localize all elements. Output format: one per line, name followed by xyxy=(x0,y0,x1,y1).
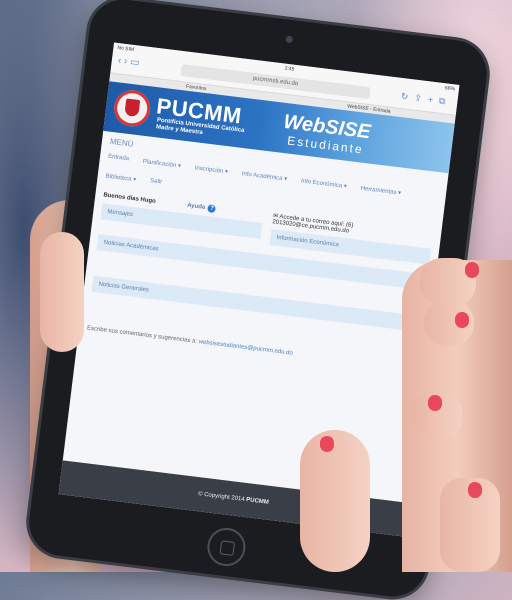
menu-item-biblioteca[interactable]: Biblioteca ▾ xyxy=(105,169,137,188)
menu-item-entrada[interactable]: Entrada xyxy=(107,150,130,167)
back-forward-icon[interactable]: ‹ › ▭ xyxy=(117,55,140,69)
menu-item-salir[interactable]: Salir xyxy=(149,174,163,190)
fingernail xyxy=(455,312,469,328)
thumb-left xyxy=(40,232,84,352)
thumb-right xyxy=(300,430,370,572)
help-link[interactable]: Ayuda xyxy=(187,203,206,211)
fingernail xyxy=(320,436,334,452)
menu-item-info-economica[interactable]: Info Económica ▾ xyxy=(300,173,348,193)
fingernail xyxy=(468,482,482,498)
menu-item-info-academica[interactable]: Info Académica ▾ xyxy=(241,166,288,186)
menu-item-planificacion[interactable]: Planificación ▾ xyxy=(142,154,182,174)
fingernail xyxy=(428,395,442,411)
tablet-screen: No SIM 2:45 66% ‹ › ▭ pucmmsti.edu.do ↻⇪… xyxy=(58,42,460,537)
menu-item-inscripcion[interactable]: Inscripción ▾ xyxy=(194,160,229,179)
help-icon[interactable]: ? xyxy=(207,204,217,214)
pucmm-seal-logo xyxy=(112,88,153,129)
menu-item-herramientas[interactable]: Herramientas ▾ xyxy=(360,181,402,201)
share-add-tabs-icon[interactable]: ↻⇪+⧉ xyxy=(400,91,452,108)
fingernail xyxy=(465,262,479,278)
front-camera xyxy=(285,35,294,44)
home-button[interactable] xyxy=(205,525,248,569)
